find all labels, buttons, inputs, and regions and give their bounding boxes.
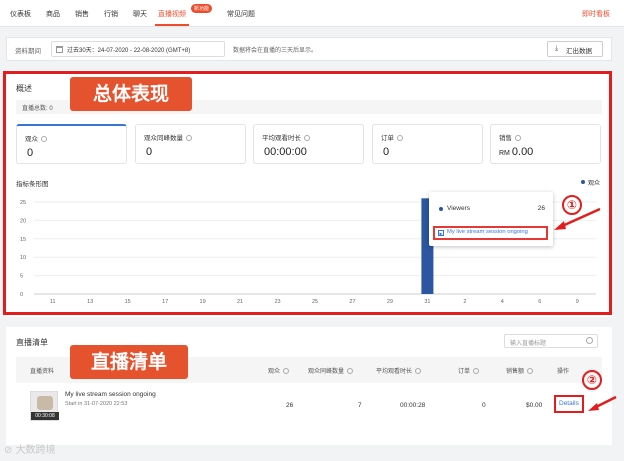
details-button[interactable]: Details xyxy=(554,395,584,413)
tab-sales[interactable]: 销售 xyxy=(75,9,89,19)
search-icon xyxy=(586,337,593,344)
column-header-viewers[interactable]: 观众 xyxy=(268,366,290,375)
export-data-button[interactable]: ⤓ 汇出数据 xyxy=(547,41,603,57)
tab-dashboard[interactable]: 仪表板 xyxy=(10,9,31,19)
cell-avg-watch: 00:00:28 xyxy=(400,402,426,409)
cell-orders: 0 xyxy=(482,402,486,409)
date-range-picker[interactable]: 过去30天：24-07-2020 - 22-08-2020 (GMT+8) xyxy=(51,41,225,57)
overview-callout: 总体表现 xyxy=(70,77,192,111)
tab-livestream[interactable]: 直播视频 xyxy=(158,9,186,19)
search-placeholder: 输入直播标题 xyxy=(510,341,547,347)
date-range-label: 资料期间 xyxy=(15,48,41,55)
help-icon xyxy=(415,368,422,374)
active-tab-indicator xyxy=(155,24,189,26)
live-title-search-input[interactable]: 输入直播标题 xyxy=(504,334,598,348)
details-label: Details xyxy=(559,400,579,407)
cell-peak: 7 xyxy=(358,402,362,409)
help-icon xyxy=(347,368,354,374)
new-feature-badge: 新功能 xyxy=(191,4,213,13)
column-header-orders[interactable]: 订单 xyxy=(458,366,480,375)
cell-viewers: 26 xyxy=(286,402,294,409)
export-data-label: 汇出数据 xyxy=(566,48,592,55)
date-range-value: 过去30天：24-07-2020 - 22-08-2020 (GMT+8) xyxy=(67,48,191,54)
stream-thumbnail[interactable]: 00:30:08 xyxy=(30,391,59,421)
date-range-bar: 资料期间 过去30天：24-07-2020 - 22-08-2020 (GMT+… xyxy=(6,37,612,61)
tab-faq[interactable]: 常见问题 xyxy=(227,9,255,19)
help-icon xyxy=(283,368,290,374)
tab-marketing[interactable]: 行销 xyxy=(104,9,118,19)
marker-2: ② xyxy=(582,370,602,390)
help-icon xyxy=(527,368,534,374)
column-header-info: 直播资料 xyxy=(30,369,55,375)
stream-duration: 00:30:08 xyxy=(31,412,59,420)
calendar-icon xyxy=(56,46,63,53)
data-delay-note: 数据将会在直播的三天后显示。 xyxy=(233,48,318,54)
arrow-1-icon xyxy=(554,207,601,230)
help-icon xyxy=(473,368,480,374)
session-title: My live stream session ongoing xyxy=(65,391,156,398)
thumbnail-image xyxy=(37,396,53,410)
tab-products[interactable]: 商品 xyxy=(46,9,60,19)
table-row: 00:30:08 My live stream session ongoing … xyxy=(16,385,602,435)
top-navigation: 仪表板 商品 销售 行销 聊天 直播视频 新功能 常见问题 即时看板 xyxy=(0,0,624,27)
arrow-2-icon xyxy=(588,395,617,411)
watermark: ⊘ 大数跨境 xyxy=(4,445,56,456)
live-list-title: 直播清单 xyxy=(16,338,48,347)
download-icon: ⤓ xyxy=(555,45,559,52)
live-list-callout: 直播清单 xyxy=(70,345,188,379)
column-header-sales[interactable]: 销售额 xyxy=(506,366,534,375)
column-header-peak[interactable]: 观众同峰数量 xyxy=(308,366,354,375)
realtime-dashboard-link[interactable]: 即时看板 xyxy=(582,9,610,19)
tab-chat[interactable]: 聊天 xyxy=(133,9,147,19)
cell-sales: $0.00 xyxy=(526,402,543,409)
column-header-avg-watch[interactable]: 平均观看时长 xyxy=(376,366,422,375)
session-start-time: Start in 31-07-2020 22:53 xyxy=(65,401,128,407)
column-header-action: 操作 xyxy=(557,369,570,375)
